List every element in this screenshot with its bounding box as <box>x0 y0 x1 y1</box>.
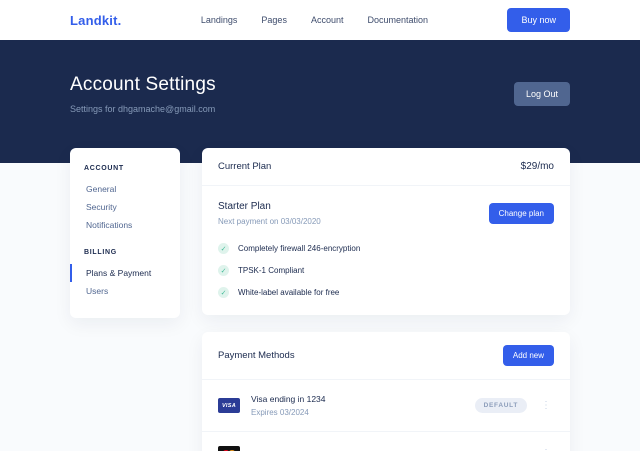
sidebar-item-plans-payment[interactable]: Plans & Payment <box>70 264 180 282</box>
page-title: Account Settings <box>70 74 216 96</box>
payment-method-expiry: Expires 03/2024 <box>251 408 464 417</box>
settings-sidebar: Account General Security Notifications B… <box>70 148 180 318</box>
plan-price: $29/mo <box>521 161 554 172</box>
hero-text: Account Settings Settings for dhgamache@… <box>70 74 216 114</box>
current-plan-title: Current Plan <box>218 161 271 172</box>
sidebar-heading-account: Account <box>70 165 180 172</box>
visa-card-icon: VISA <box>218 398 240 413</box>
nav-links: Landings Pages Account Documentation <box>201 15 428 25</box>
check-icon: ✓ <box>218 243 229 254</box>
payment-methods-header: Payment Methods Add new <box>202 332 570 380</box>
sidebar-item-notifications[interactable]: Notifications <box>70 216 180 234</box>
nav-link-pages[interactable]: Pages <box>261 15 287 25</box>
feature-item: ✓ Completely firewall 246-encryption <box>218 243 554 254</box>
feature-label: White-label available for free <box>238 288 339 297</box>
buy-now-button[interactable]: Buy now <box>507 8 570 32</box>
feature-label: TPSK-1 Compliant <box>238 266 304 275</box>
feature-item: ✓ White-label available for free <box>218 287 554 298</box>
current-plan-body: Starter Plan Next payment on 03/03/2020 … <box>202 186 570 315</box>
plan-row: Starter Plan Next payment on 03/03/2020 … <box>218 201 554 226</box>
default-badge: DEFAULT <box>475 398 527 413</box>
nav-link-landings[interactable]: Landings <box>201 15 238 25</box>
payment-method-row-visa: VISA Visa ending in 1234 Expires 03/2024… <box>202 380 570 431</box>
kebab-menu-icon[interactable]: ⋮ <box>538 447 554 451</box>
payment-methods-title: Payment Methods <box>218 350 295 361</box>
check-icon: ✓ <box>218 287 229 298</box>
nav-link-account[interactable]: Account <box>311 15 344 25</box>
payment-method-title: Visa ending in 1234 <box>251 394 464 404</box>
page-subtitle: Settings for dhgamache@gmail.com <box>70 104 216 114</box>
change-plan-button[interactable]: Change plan <box>489 203 554 224</box>
top-navbar: Landkit. Landings Pages Account Document… <box>0 0 640 40</box>
sidebar-item-general[interactable]: General <box>70 180 180 198</box>
plan-name: Starter Plan <box>218 201 321 212</box>
next-payment-text: Next payment on 03/03/2020 <box>218 217 321 226</box>
payment-methods-card: Payment Methods Add new VISA Visa ending… <box>202 332 570 451</box>
nav-link-documentation[interactable]: Documentation <box>367 15 428 25</box>
current-plan-card: Current Plan $29/mo Starter Plan Next pa… <box>202 148 570 315</box>
feature-item: ✓ TPSK-1 Compliant <box>218 265 554 276</box>
sidebar-heading-billing: Billing <box>70 249 180 256</box>
hero-header: Account Settings Settings for dhgamache@… <box>0 40 640 163</box>
check-icon: ✓ <box>218 265 229 276</box>
kebab-menu-icon[interactable]: ⋮ <box>538 399 554 413</box>
main-column: Current Plan $29/mo Starter Plan Next pa… <box>202 148 570 451</box>
log-out-button[interactable]: Log Out <box>514 82 570 106</box>
feature-label: Completely firewall 246-encryption <box>238 244 360 253</box>
mastercard-card-icon <box>218 446 240 451</box>
current-plan-header: Current Plan $29/mo <box>202 148 570 186</box>
sidebar-item-security[interactable]: Security <box>70 198 180 216</box>
feature-list: ✓ Completely firewall 246-encryption ✓ T… <box>218 243 554 298</box>
content-area: Account General Security Notifications B… <box>0 148 640 451</box>
payment-method-row-mastercard: Mastercard ending in 1234 ⋮ <box>202 431 570 451</box>
sidebar-item-users[interactable]: Users <box>70 282 180 300</box>
plan-info: Starter Plan Next payment on 03/03/2020 <box>218 201 321 226</box>
payment-method-text: Visa ending in 1234 Expires 03/2024 <box>251 394 464 417</box>
add-new-button[interactable]: Add new <box>503 345 554 366</box>
logo[interactable]: Landkit. <box>70 13 121 28</box>
